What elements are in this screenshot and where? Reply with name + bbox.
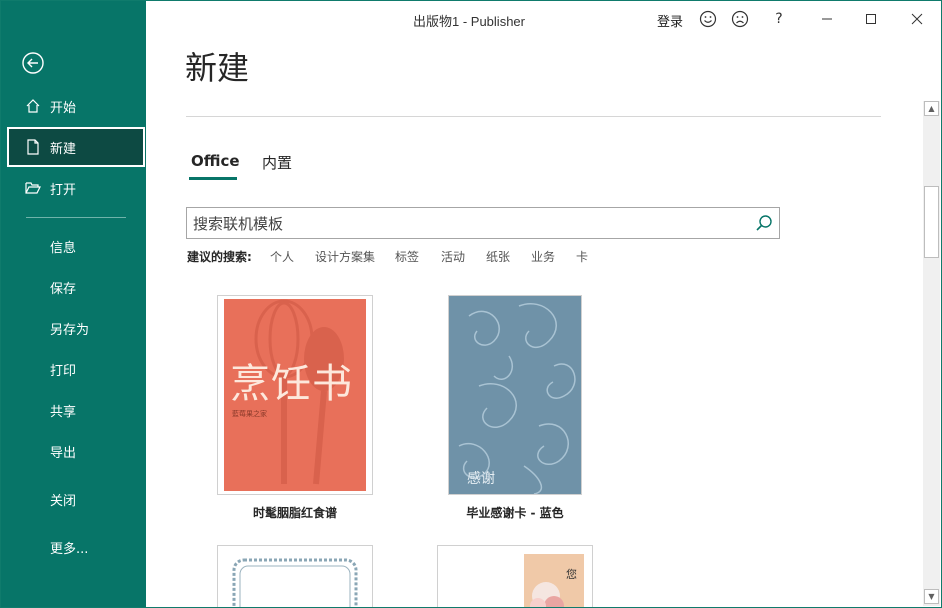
sidebar-item-label: 打开 <box>50 183 77 198</box>
back-arrow-icon[interactable] <box>21 51 45 75</box>
minimize-icon[interactable] <box>816 9 838 29</box>
close-icon[interactable] <box>906 9 928 29</box>
new-document-icon <box>25 139 41 155</box>
tab-builtin[interactable]: 内置 <box>262 152 292 173</box>
sidebar-item-info[interactable]: 信息 <box>50 237 76 256</box>
template-search-box <box>186 207 780 239</box>
template-card-cookbook[interactable]: 烹饪书 藍莓果之家 <box>217 295 373 495</box>
tab-office[interactable]: Office <box>191 152 240 170</box>
sidebar-item-open[interactable]: 打开 <box>7 168 145 208</box>
sidebar-item-home[interactable]: 开始 <box>7 86 145 126</box>
sidebar-item-label: 开始 <box>50 101 77 116</box>
sidebar-item-share[interactable]: 共享 <box>50 401 76 420</box>
cover-title: 您 <box>566 568 577 581</box>
backstage-sidebar: 开始 新建 打开 信息 保存 另存为 打印 共享 导出 关闭 更多... <box>1 1 146 607</box>
scrollbar-thumb[interactable] <box>924 186 939 258</box>
beaded-border-illustration <box>232 558 358 607</box>
cover-title: 烹饪书 <box>230 361 353 407</box>
template-card-bordered[interactable] <box>217 545 373 607</box>
page-title: 新建 <box>185 49 250 87</box>
search-icon[interactable] <box>755 214 773 232</box>
sidebar-item-new[interactable]: 新建 <box>7 127 145 167</box>
cookbook-cover: 烹饪书 藍莓果之家 <box>224 299 366 491</box>
scroll-down-icon[interactable]: ▼ <box>924 589 939 604</box>
sidebar-item-export[interactable]: 导出 <box>50 442 76 461</box>
template-name: 毕业感谢卡 - 蓝色 <box>466 506 564 520</box>
scroll-up-icon[interactable]: ▲ <box>924 101 939 116</box>
help-icon[interactable]: ? <box>768 9 790 29</box>
frown-feedback-icon[interactable] <box>729 9 751 29</box>
sidebar-item-save-as[interactable]: 另存为 <box>50 319 89 338</box>
publisher-window: 开始 新建 打开 信息 保存 另存为 打印 共享 导出 关闭 更多... 出版物… <box>0 0 942 608</box>
active-tab-indicator <box>189 177 237 180</box>
sidebar-item-more[interactable]: 更多... <box>50 538 88 557</box>
clipped-text-fragment: ​ <box>241 93 341 99</box>
header-divider <box>186 116 881 117</box>
vertical-scrollbar[interactable]: ▲ ▼ <box>923 101 940 606</box>
window-title: 出版物1 - Publisher <box>413 14 525 29</box>
suggestion-link[interactable]: 设计方案集 <box>315 248 375 265</box>
suggestion-link[interactable]: 个人 <box>270 248 294 265</box>
template-card-flower[interactable]: 您 <box>437 545 593 607</box>
sidebar-item-save[interactable]: 保存 <box>50 278 76 297</box>
sign-in-link[interactable]: 登录 <box>657 11 683 30</box>
template-name: 时髦胭脂红食谱 <box>252 506 337 520</box>
cover-subtitle: 藍莓果之家 <box>232 410 267 418</box>
home-icon <box>25 98 41 114</box>
suggestion-link[interactable]: 标签 <box>395 248 419 265</box>
suggestion-link[interactable]: 业务 <box>531 248 555 265</box>
sidebar-item-close[interactable]: 关闭 <box>50 490 76 509</box>
suggested-searches-label: 建议的搜索: <box>187 250 252 264</box>
template-card-thankyou[interactable]: 感谢 <box>448 295 582 495</box>
flower-photo: 您 <box>524 554 584 607</box>
sidebar-divider <box>26 217 126 218</box>
maximize-icon[interactable] <box>860 9 882 29</box>
smile-feedback-icon[interactable] <box>697 9 719 29</box>
swirl-pattern-illustration <box>458 303 576 494</box>
cover-title: 感谢 <box>467 471 495 487</box>
suggestion-link[interactable]: 纸张 <box>486 248 510 265</box>
suggestion-link[interactable]: 卡 <box>576 248 588 265</box>
suggestion-link[interactable]: 活动 <box>441 248 465 265</box>
sidebar-item-label: 新建 <box>50 142 77 157</box>
sidebar-item-print[interactable]: 打印 <box>50 360 76 379</box>
search-input[interactable] <box>193 214 743 234</box>
folder-open-icon <box>25 180 41 196</box>
